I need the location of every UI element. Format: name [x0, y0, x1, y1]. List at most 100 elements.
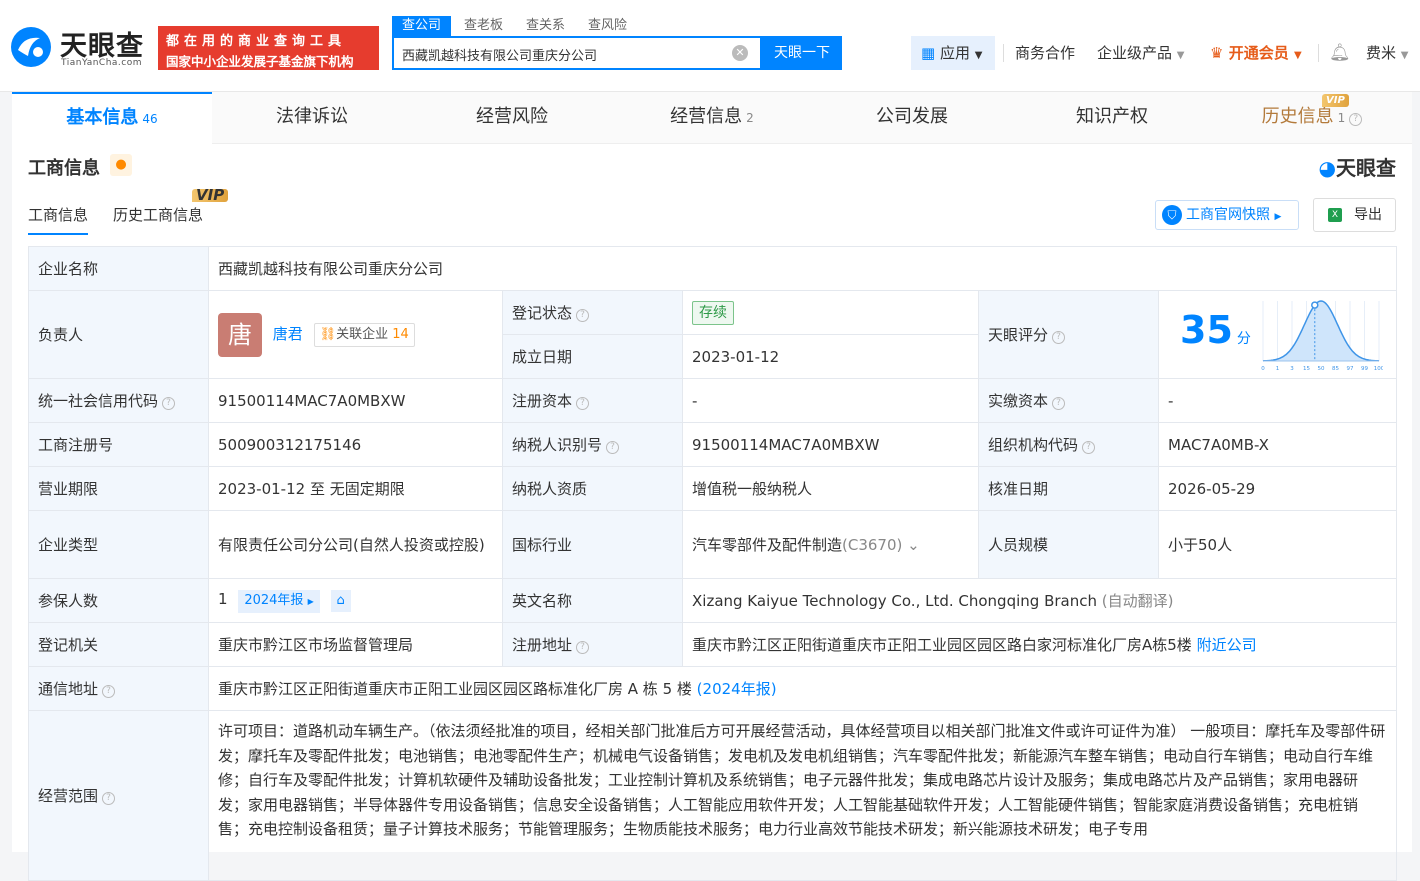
nav-open-vip[interactable]: ♛ 开通会员 ▼ [1210, 38, 1302, 68]
tab-basic-info[interactable]: 基本信息 46 [12, 92, 212, 144]
gs-snapshot-button[interactable]: ⛉ 工商官网快照 ▶ [1155, 200, 1299, 230]
help-icon[interactable]: ? [102, 684, 116, 698]
search-tab-boss[interactable]: 查老板 [464, 16, 503, 36]
help-icon[interactable]: ? [1052, 330, 1066, 344]
tab-count: 1 [1337, 111, 1346, 125]
tab-label: 知识产权 [1076, 106, 1148, 127]
score-value: 35 分 [1180, 308, 1251, 352]
leader-name-link[interactable]: 唐君 [273, 325, 303, 343]
crown-icon: ♛ [1210, 44, 1224, 62]
tab-history[interactable]: 历史信息 1? [1212, 92, 1412, 144]
insured-value: 1 [218, 590, 228, 608]
en-name-value: Xizang Kaiyue Technology Co., Ltd. Chong… [681, 578, 1398, 623]
term-label: 营业期限 [28, 466, 209, 511]
table-row: 登记机关 重庆市黔江区市场监督管理局 注册地址? 重庆市黔江区正阳街道重庆市正阳… [28, 622, 1398, 667]
reg-addr-label: 注册地址? [502, 622, 683, 667]
avatar[interactable]: 唐 [218, 312, 262, 357]
link-icon: ⛓ [319, 326, 337, 342]
credit-code-value: 91500114MAC7A0MBXW [208, 378, 503, 423]
user-menu[interactable]: 费米 ▼ [1366, 38, 1409, 68]
reg-no-label: 工商注册号 [28, 422, 209, 467]
app-menu-button[interactable]: ▦ 应用 ▼ [911, 36, 995, 70]
scope-label: 经营范围? [28, 710, 209, 881]
industry-code: (C3670) [842, 535, 903, 554]
score-cell[interactable]: 35 分 0 1 3 15 50 85 97 99 100 [1157, 290, 1398, 379]
search-tab-company[interactable]: 查公司 [392, 16, 452, 36]
taxpayer-qual-label: 纳税人资质 [502, 466, 683, 511]
logo[interactable]: 天眼查 TianYanCha.com [10, 24, 150, 72]
score-marker [1311, 301, 1319, 309]
auto-translate-note: (自动翻译) [1101, 591, 1174, 610]
business-info-table: 企业名称 西藏凯越科技有限公司重庆分公司 负责人 唐 唐君 ⛓关联企业 14 登… [28, 246, 1398, 881]
org-code-label: 组织机构代码? [978, 422, 1159, 467]
nav-enterprise-products[interactable]: 企业级产品 ▼ [1097, 38, 1185, 68]
tab-legal[interactable]: 法律诉讼 [212, 92, 412, 144]
help-icon[interactable]: ? [162, 396, 176, 410]
tab-ip[interactable]: 知识产权 [1012, 92, 1212, 144]
export-button[interactable]: X 导出 [1313, 198, 1396, 232]
bell-icon[interactable]: 🔔︎ [1329, 38, 1351, 68]
help-icon[interactable]: ? [576, 308, 590, 322]
tyc-watermark-text: 天眼查 [1336, 156, 1396, 180]
search-tab-risk[interactable]: 查风险 [588, 16, 627, 36]
tick-label: 100 [1374, 366, 1383, 372]
tick-label: 50 [1318, 366, 1325, 372]
distribution-area [1263, 301, 1379, 361]
en-name-label: 英文名称 [502, 578, 683, 623]
tyc-watermark: ◕天眼查 [1319, 152, 1396, 181]
company-name-label: 企业名称 [28, 246, 209, 291]
caret-right-icon: ▶ [307, 597, 314, 606]
search-input[interactable] [402, 44, 722, 64]
org-code-value: MAC7A0MB-X [1157, 422, 1398, 467]
app-menu-label: 应用 [939, 44, 970, 62]
score-distribution-chart: 0 1 3 15 50 85 97 99 100 [1261, 300, 1383, 372]
paid-capital-value: - [1157, 378, 1398, 423]
help-icon[interactable]: ? [606, 440, 620, 454]
nav-biz-cooperation[interactable]: 商务合作 [1015, 38, 1075, 68]
taxpayer-qual-value: 增值税一般纳税人 [682, 466, 979, 511]
mail-addr-report-link[interactable]: (2024年报) [697, 680, 777, 698]
help-icon[interactable]: ? [1082, 440, 1096, 454]
tab-development[interactable]: 公司发展 [812, 92, 1012, 144]
industry-name: 汽车零部件及配件制造 [692, 535, 843, 554]
promo-banner[interactable]: 都在用的商业查询工具 国家中小企业发展子基金旗下机构 [158, 26, 379, 70]
tab-label: 历史信息 [1261, 106, 1334, 127]
taxpayer-id-value: 91500114MAC7A0MBXW [682, 422, 979, 467]
search-tab-relation[interactable]: 查关系 [526, 16, 565, 36]
tab-count: 46 [142, 112, 158, 126]
approve-date-value: 2026-05-29 [1157, 466, 1398, 511]
annual-report-tag[interactable]: 2024年报 ▶ [238, 590, 320, 613]
company-name-value: 西藏凯越科技有限公司重庆分公司 [207, 246, 1398, 291]
reg-capital-label: 注册资本? [502, 378, 683, 423]
top-bar: 天眼查 TianYanCha.com 都在用的商业查询工具 国家中小企业发展子基… [0, 0, 1420, 92]
related-count: 14 [392, 326, 409, 342]
caret-down-icon: ▼ [974, 50, 983, 61]
nav-vip-label: 开通会员 [1228, 44, 1289, 62]
tab-business-info[interactable]: 经营信息 2 [612, 92, 812, 144]
clear-icon[interactable]: ✕ [732, 45, 748, 61]
subtab-business-info[interactable]: 工商信息 [28, 204, 89, 235]
related-companies-tag[interactable]: ⛓关联企业 14 [313, 322, 415, 347]
table-row: 通信地址? 重庆市黔江区正阳街道重庆市正阳工业园区园区路标准化厂房 A 栋 5 … [28, 666, 1398, 711]
help-icon[interactable]: ? [576, 396, 590, 410]
logo-domain: TianYanCha.com [61, 58, 143, 68]
tick-label: 0 [1261, 366, 1265, 372]
bank-icon[interactable]: ⌂ [330, 590, 351, 612]
search-button[interactable]: 天眼一下 [762, 36, 842, 70]
nearby-companies-link[interactable]: 附近公司 [1197, 636, 1257, 654]
reg-addr-value: 重庆市黔江区正阳街道重庆市正阳工业园区园区路白家河标准化厂房A栋5楼 附近公司 [681, 622, 1398, 667]
tab-label: 经营风险 [476, 106, 548, 127]
tick-label: 85 [1332, 366, 1339, 372]
reg-status-label-text: 登记状态 [512, 303, 573, 322]
help-icon[interactable]: ? [1349, 113, 1363, 126]
help-icon[interactable]: ? [1052, 396, 1066, 410]
promo-line-1: 都在用的商业查询工具 [166, 34, 347, 49]
industry-value[interactable]: 汽车零部件及配件制造(C3670) ⌄ [682, 510, 979, 579]
tab-business-risk[interactable]: 经营风险 [412, 92, 612, 144]
subtab-history-business-info[interactable]: 历史工商信息 [113, 204, 203, 225]
leader-cell: 唐 唐君 ⛓关联企业 14 [208, 290, 503, 379]
help-icon[interactable]: ? [576, 640, 590, 654]
subscribe-bell-icon[interactable]: ● [110, 154, 132, 176]
help-icon[interactable]: ? [102, 791, 116, 805]
main-tabs: 基本信息 46 法律诉讼 经营风险 经营信息 2 公司发展 知识产权 历史信息 1? … [12, 92, 1412, 144]
